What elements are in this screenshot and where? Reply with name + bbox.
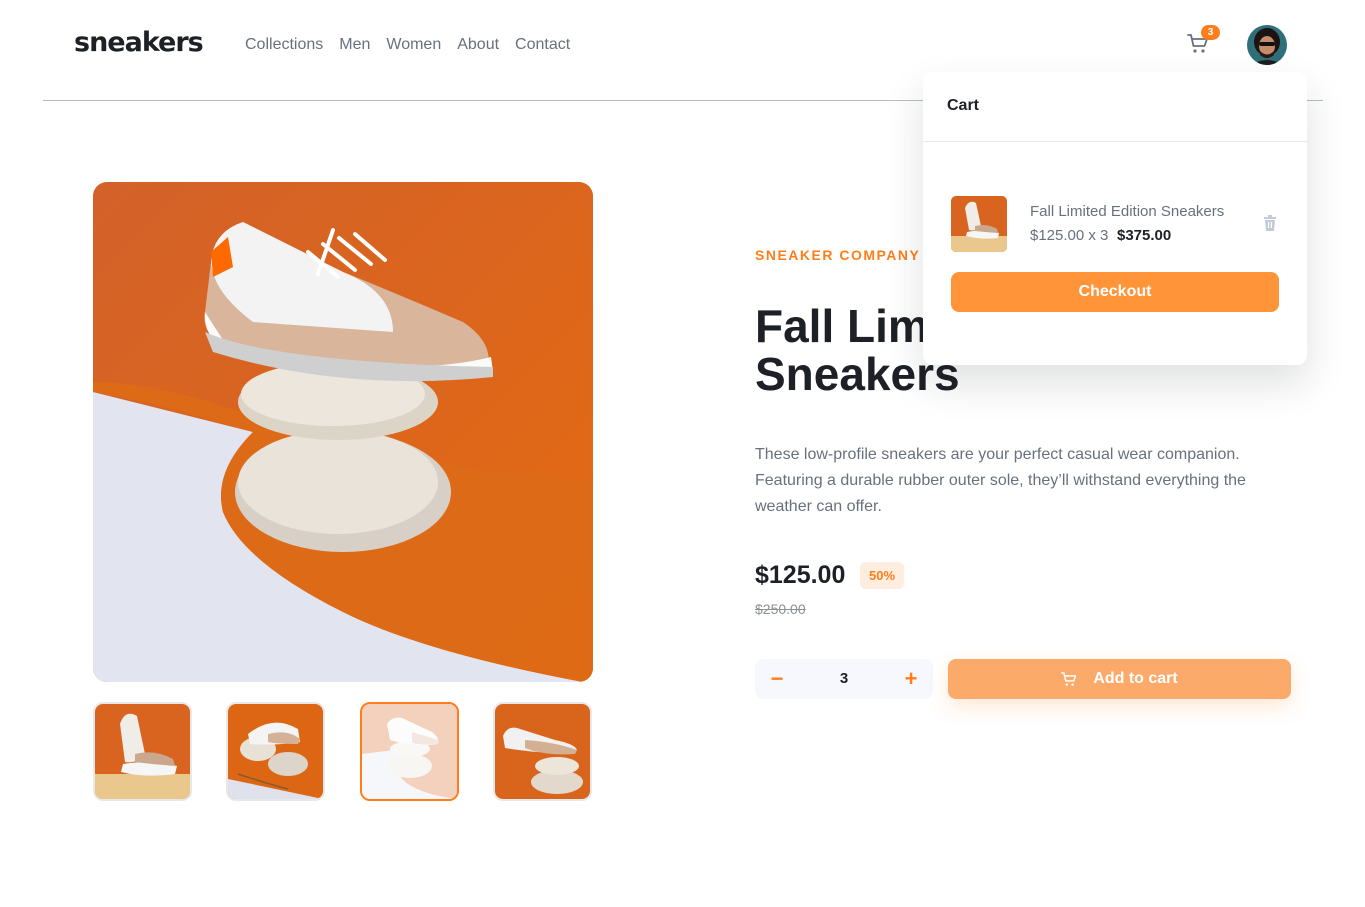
avatar[interactable] (1245, 23, 1289, 67)
main-nav: Collections Men Women About Contact (245, 36, 570, 54)
quantity-value: 3 (839, 670, 849, 687)
cart-title: Cart (923, 72, 1307, 142)
quantity-stepper: − 3 + (755, 659, 933, 699)
cart-item-unit-calc: $125.00 x 3 (1030, 227, 1109, 244)
nav-link-men[interactable]: Men (339, 36, 370, 54)
active-thumbnail-overlay (362, 704, 457, 799)
checkout-button[interactable]: Checkout (951, 272, 1279, 312)
original-price: $250.00 (755, 601, 806, 617)
delete-item-button[interactable] (1263, 215, 1278, 232)
trash-icon (1264, 215, 1276, 231)
quantity-decrease-button[interactable]: − (755, 659, 799, 699)
cart-item-thumbnail (951, 196, 1007, 252)
thumbnail-image (495, 704, 590, 799)
cart-item-total: $375.00 (1117, 227, 1172, 244)
thumbnail-3[interactable] (360, 702, 459, 801)
nav-link-collections[interactable]: Collections (245, 36, 323, 54)
quantity-increase-button[interactable]: + (889, 659, 933, 699)
product-description: These low-profile sneakers are your perf… (755, 446, 1246, 515)
discount-badge: 50% (860, 562, 904, 589)
avatar-image (1247, 25, 1287, 65)
add-to-cart-label: Add to cart (1093, 670, 1178, 687)
cart-icon (1061, 671, 1077, 686)
cart-item-name: Fall Limited Edition Sneakers (1030, 203, 1225, 220)
cart-button[interactable]: 3 (1187, 25, 1220, 58)
site-logo[interactable]: sneakers (74, 27, 204, 58)
nav-link-about[interactable]: About (457, 36, 499, 54)
cart-count-badge: 3 (1201, 25, 1220, 40)
thumbnail-1[interactable] (93, 702, 192, 801)
thumbnail-2[interactable] (226, 702, 325, 801)
nav-link-contact[interactable]: Contact (515, 36, 570, 54)
thumbnail-image (228, 704, 323, 799)
current-price: $125.00 (755, 561, 846, 589)
cart-dropdown: Cart Fall Limited Edition Sneakers $125.… (923, 72, 1307, 365)
add-to-cart-button[interactable]: Add to cart (948, 659, 1291, 699)
thumbnail-image (95, 704, 190, 799)
company-label: SNEAKER COMPANY (755, 247, 921, 263)
main-product-image[interactable] (93, 182, 593, 682)
nav-link-women[interactable]: Women (386, 36, 441, 54)
thumbnail-4[interactable] (493, 702, 592, 801)
